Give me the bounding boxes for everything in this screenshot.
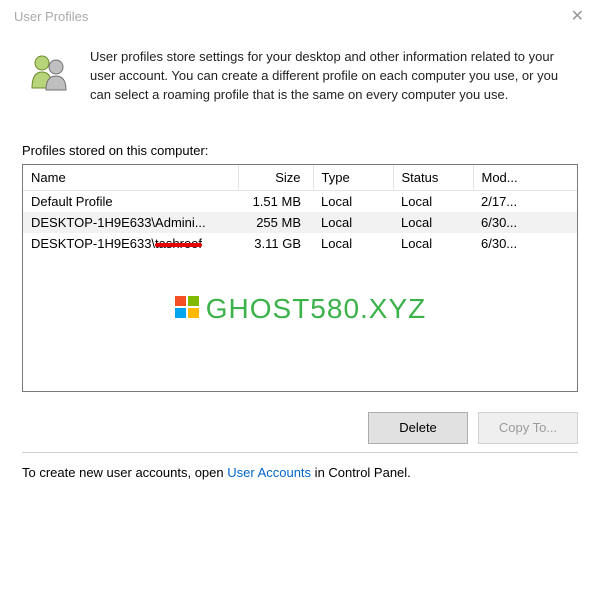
cell-type: Local (313, 233, 393, 254)
button-row: Delete Copy To... (22, 412, 578, 444)
profiles-table-container: Name Size Type Status Mod... Default Pro… (22, 164, 578, 392)
user-accounts-link[interactable]: User Accounts (227, 465, 311, 480)
intro-section: User profiles store settings for your de… (22, 40, 578, 125)
footer-text: To create new user accounts, open User A… (22, 463, 578, 482)
table-row[interactable]: DESKTOP-1H9E633\Admini... 255 MB Local L… (23, 212, 577, 233)
cell-name: DESKTOP-1H9E633\tashroof (23, 233, 238, 254)
window-title: User Profiles (14, 9, 88, 24)
table-row[interactable]: Default Profile 1.51 MB Local Local 2/17… (23, 190, 577, 212)
table-row[interactable]: DESKTOP-1H9E633\tashroof 3.11 GB Local L… (23, 233, 577, 254)
section-label: Profiles stored on this computer: (22, 143, 578, 158)
delete-button[interactable]: Delete (368, 412, 468, 444)
cell-status: Local (393, 190, 473, 212)
cell-status: Local (393, 233, 473, 254)
redacted-username: tashroof (155, 236, 202, 251)
cell-name-prefix: DESKTOP-1H9E633\ (31, 236, 155, 251)
cell-type: Local (313, 212, 393, 233)
cell-modified: 6/30... (473, 212, 577, 233)
watermark-text: GHOST580.XYZ (206, 293, 427, 324)
copy-to-button[interactable]: Copy To... (478, 412, 578, 444)
column-header-size[interactable]: Size (238, 165, 313, 191)
column-header-status[interactable]: Status (393, 165, 473, 191)
close-icon[interactable]: ✕ (567, 6, 588, 26)
cell-name: DESKTOP-1H9E633\Admini... (23, 212, 238, 233)
cell-type: Local (313, 190, 393, 212)
column-header-modified[interactable]: Mod... (473, 165, 577, 191)
column-header-type[interactable]: Type (313, 165, 393, 191)
footer-suffix: in Control Panel. (311, 465, 411, 480)
cell-status: Local (393, 212, 473, 233)
column-header-name[interactable]: Name (23, 165, 238, 191)
cell-modified: 6/30... (473, 233, 577, 254)
dialog-content: User profiles store settings for your de… (0, 30, 600, 492)
footer-prefix: To create new user accounts, open (22, 465, 227, 480)
cell-size: 1.51 MB (238, 190, 313, 212)
table-header-row: Name Size Type Status Mod... (23, 165, 577, 191)
watermark: GHOST580.XYZ (23, 293, 577, 325)
users-icon (26, 48, 74, 105)
divider (22, 452, 578, 453)
cell-modified: 2/17... (473, 190, 577, 212)
cell-name: Default Profile (23, 190, 238, 212)
titlebar: User Profiles ✕ (0, 0, 600, 30)
cell-size: 255 MB (238, 212, 313, 233)
cell-size: 3.11 GB (238, 233, 313, 254)
profiles-table: Name Size Type Status Mod... Default Pro… (23, 165, 577, 254)
description-text: User profiles store settings for your de… (90, 48, 574, 105)
windows-logo-icon (174, 294, 200, 323)
